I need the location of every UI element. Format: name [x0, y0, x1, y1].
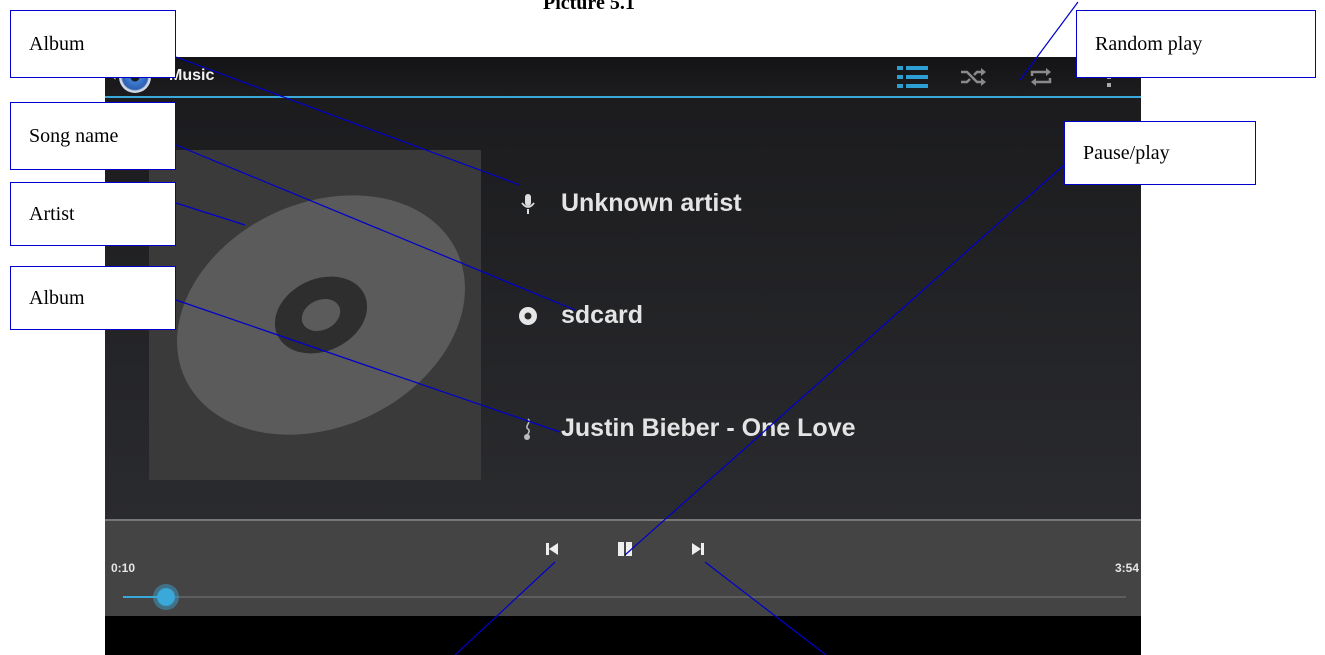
- callout-album-second: Album: [10, 266, 176, 330]
- artist-name: Unknown artist: [561, 189, 742, 217]
- total-duration: 3:54: [1114, 561, 1139, 575]
- action-bar-divider: [105, 96, 1141, 98]
- picture-caption: Picture 5.1: [543, 0, 635, 14]
- callout-artist: Artist: [10, 182, 176, 246]
- artist-row: Unknown artist: [515, 189, 742, 218]
- playlist-icon[interactable]: [893, 63, 933, 91]
- cd-disc-icon: [177, 195, 465, 435]
- elapsed-time: 0:10: [111, 561, 136, 575]
- callout-random-play: Random play: [1076, 10, 1316, 78]
- music-note-icon: [515, 416, 541, 442]
- action-bar: ‹ Music: [105, 57, 1141, 97]
- album-art: [149, 150, 481, 480]
- callout-album-top: Album: [10, 10, 176, 78]
- shuffle-icon[interactable]: [953, 63, 993, 91]
- disc-icon: [515, 303, 541, 329]
- previous-icon[interactable]: [537, 536, 567, 562]
- callout-pause-play: Pause/play: [1064, 121, 1256, 185]
- pause-icon[interactable]: [610, 536, 640, 562]
- repeat-icon[interactable]: [1021, 63, 1061, 91]
- song-row: Justin Bieber - One Love: [515, 414, 856, 443]
- microphone-icon: [515, 191, 541, 217]
- album-name: sdcard: [561, 301, 643, 329]
- album-row: sdcard: [515, 301, 643, 330]
- next-icon[interactable]: [683, 536, 713, 562]
- seek-bar[interactable]: [123, 584, 1126, 610]
- callout-song-name: Song name: [10, 102, 176, 170]
- song-title: Justin Bieber - One Love: [561, 414, 856, 442]
- seek-thumb[interactable]: [153, 584, 179, 610]
- playback-controls: 0:10 3:54: [105, 519, 1141, 616]
- music-player-screen: ‹ Music: [105, 57, 1141, 655]
